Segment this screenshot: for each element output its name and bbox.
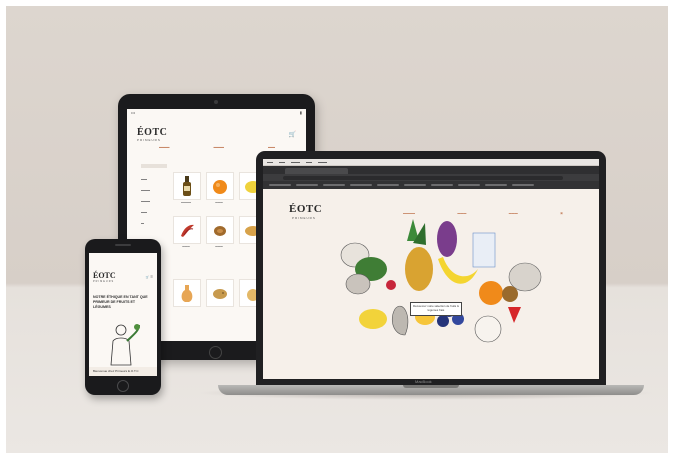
- product-caption: ▬▬▬: [215, 245, 223, 248]
- tablet-sidebar-item[interactable]: ▬▬▬: [141, 188, 165, 199]
- laptop-screen: ▬▬ ▬▬ ▬▬▬ ▬▬ ▬▬▬ ÉOTC PRIMEURS ▬▬▬▬ ▬▬▬ …: [263, 159, 599, 379]
- product-card-squash[interactable]: [173, 279, 201, 307]
- apple-drawing: [474, 315, 502, 343]
- phone-logo-text: ÉOTC: [93, 271, 116, 280]
- product-caption: ▬▬▬: [182, 245, 190, 248]
- tablet-sidebar-item[interactable]: ▬: [141, 221, 165, 232]
- tablet-camera: [214, 100, 218, 104]
- kiwi-drawing: [502, 286, 518, 302]
- product-card-chili[interactable]: [173, 216, 201, 244]
- orange-drawing: [479, 281, 503, 305]
- walnut-image: [214, 226, 226, 236]
- tablet-sidebar-item[interactable]: ▬▬: [141, 210, 165, 221]
- product-caption: ▬▬▬: [215, 201, 223, 204]
- tablet-nav-item[interactable]: ▬▬▬: [159, 145, 170, 149]
- tablet-logo-sub: PRIMEURS: [137, 138, 161, 142]
- fruit-illustration: [340, 219, 542, 343]
- orange-image: [213, 180, 227, 194]
- product-card-orange[interactable]: [206, 172, 234, 200]
- product-mockup-scene: ••• ▮ ÉOTC PRIMEURS 🛒 ▬▬▬ ▬▬▬ ▬▬ ▬▬ ▬▬▬ ▬…: [6, 6, 668, 453]
- tablet-home-button[interactable]: [209, 346, 222, 359]
- phone-speaker: [115, 244, 131, 246]
- laptop-notch: [403, 385, 459, 388]
- strawberry-drawing: [508, 307, 521, 323]
- product-card-potato[interactable]: [206, 279, 234, 307]
- product-card-walnut[interactable]: [206, 216, 234, 244]
- banana-drawing: [438, 257, 478, 284]
- phone-footer: Bienvenue chez Primeurs E.O.T.C: [89, 367, 157, 376]
- tablet-nav: ▬▬▬ ▬▬▬ ▬▬: [137, 145, 297, 149]
- tablet-logo: ÉOTC PRIMEURS: [137, 127, 167, 142]
- laptop-device: ▬▬ ▬▬ ▬▬▬ ▬▬ ▬▬▬ ÉOTC PRIMEURS ▬▬▬▬ ▬▬▬ …: [256, 151, 606, 387]
- chili-image: [181, 224, 194, 237]
- fig-drawing: [392, 306, 409, 336]
- purple-leaf-drawing: [437, 221, 457, 257]
- product-card-bottle[interactable]: [173, 172, 201, 200]
- tablet-sidebar-item[interactable]: ▬▬▬: [141, 199, 165, 210]
- pineapple-drawing: [405, 247, 433, 291]
- lemon-drawing: [359, 309, 387, 329]
- phone-device: ÉOTC PRIMEURS 🛒 ☰ NOTRE ÉTHIQUE EN TANT …: [85, 239, 161, 395]
- product-caption: ▬▬▬▬: [181, 201, 191, 204]
- tablet-breadcrumb: [141, 164, 167, 168]
- tablet-nav-item[interactable]: ▬▬▬: [214, 145, 225, 149]
- tablet-nav-item[interactable]: ▬▬: [268, 145, 275, 149]
- laptop-brand-label: MacBook: [415, 379, 432, 384]
- grape-drawing: [437, 315, 449, 327]
- tablet-sidebar: ▬▬ ▬▬▬ ▬▬▬ ▬▬ ▬: [141, 177, 165, 232]
- tablet-status-bar: ••• ▮: [131, 110, 302, 115]
- tablet-logo-text: ÉOTC: [137, 127, 168, 138]
- farmer-illustration: [110, 324, 140, 366]
- cauliflower-drawing: [508, 262, 542, 292]
- berry-drawing: [386, 280, 396, 290]
- squash-image: [181, 285, 193, 302]
- phone-home-button[interactable]: [117, 380, 129, 392]
- phone-screen: ÉOTC PRIMEURS 🛒 ☰ NOTRE ÉTHIQUE EN TANT …: [89, 253, 157, 376]
- potato-image: [213, 289, 227, 299]
- jar-drawing: [345, 273, 371, 295]
- hero-cta-box[interactable]: Découvrez notre sélection de fruits & lé…: [410, 302, 462, 316]
- phone-header-icons[interactable]: 🛒 ☰: [146, 275, 153, 279]
- phone-logo-sub: PRIMEURS: [93, 280, 115, 283]
- tablet-cart-icon[interactable]: 🛒: [289, 131, 296, 138]
- phone-headline: NOTRE ÉTHIQUE EN TANT QUE PRIMEUR DE FRU…: [93, 295, 148, 309]
- bottle-image: [183, 176, 191, 196]
- tablet-sidebar-item[interactable]: ▬▬: [141, 177, 165, 188]
- carton-drawing: [472, 232, 496, 268]
